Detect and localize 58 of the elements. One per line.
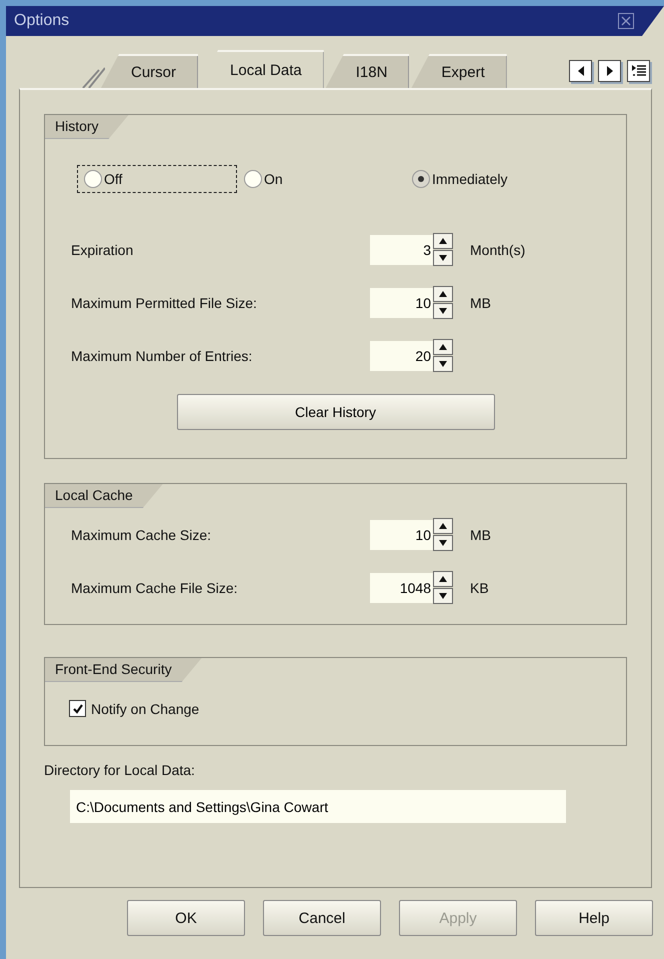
- field-label: Maximum Number of Entries:: [71, 348, 254, 364]
- group-title: Front-End Security: [45, 658, 202, 682]
- scroll-left-button[interactable]: [569, 60, 592, 82]
- group-title: Local Cache: [45, 484, 163, 508]
- dialog-button[interactable]: Cancel: [263, 900, 381, 936]
- unit-label: Month(s): [470, 242, 526, 258]
- radio-option[interactable]: Off: [77, 165, 237, 193]
- radio-option[interactable]: Immediately: [405, 165, 579, 193]
- decrement-button[interactable]: [433, 250, 453, 266]
- number-input[interactable]: 10: [370, 288, 433, 318]
- up-triangle-icon: [438, 522, 448, 530]
- field-label: Maximum Cache File Size:: [71, 580, 238, 596]
- right-triangle-icon: [606, 65, 614, 77]
- tab[interactable]: I18N: [326, 54, 410, 88]
- tab[interactable]: Cursor: [101, 54, 198, 88]
- increment-button[interactable]: [433, 339, 453, 355]
- list-icon: [632, 64, 646, 78]
- directory-field[interactable]: C:\Documents and Settings\Gina Cowart: [70, 790, 566, 823]
- increment-button[interactable]: [433, 233, 453, 249]
- down-triangle-icon: [438, 539, 448, 547]
- up-triangle-icon: [438, 575, 448, 583]
- group-title: History: [45, 115, 129, 139]
- scroll-right-button[interactable]: [598, 60, 621, 82]
- up-triangle-icon: [438, 290, 448, 298]
- clear-history-button[interactable]: Clear History: [176, 394, 494, 430]
- field-label: Maximum Cache Size:: [71, 526, 212, 542]
- increment-button[interactable]: [433, 571, 453, 587]
- close-icon[interactable]: [618, 13, 634, 29]
- dialog-button[interactable]: Help: [535, 900, 653, 936]
- number-input[interactable]: 1048: [370, 572, 433, 602]
- unit-label: KB: [470, 580, 490, 596]
- number-input[interactable]: 3: [370, 234, 433, 264]
- up-triangle-icon: [438, 237, 448, 245]
- up-triangle-icon: [438, 343, 448, 351]
- down-triangle-icon: [438, 254, 448, 262]
- tab-list-button[interactable]: [627, 60, 650, 82]
- unit-label: MB: [470, 526, 492, 542]
- increment-button[interactable]: [433, 518, 453, 534]
- decrement-button[interactable]: [433, 535, 453, 551]
- number-input[interactable]: 10: [370, 520, 433, 550]
- radio-option[interactable]: On: [237, 165, 397, 193]
- left-triangle-icon: [576, 65, 584, 77]
- tab[interactable]: Expert: [411, 54, 507, 88]
- decrement-button[interactable]: [433, 588, 453, 604]
- down-triangle-icon: [438, 307, 448, 315]
- field-label: Maximum Permitted File Size:: [71, 294, 258, 310]
- down-triangle-icon: [438, 592, 448, 600]
- decrement-button[interactable]: [433, 356, 453, 372]
- number-input[interactable]: 20: [370, 340, 433, 370]
- directory-label: Directory for Local Data:: [44, 762, 195, 778]
- increment-button[interactable]: [433, 286, 453, 302]
- notify-checkbox[interactable]: Notify on Change: [45, 682, 626, 717]
- unit-label: MB: [470, 294, 492, 310]
- dialog-button[interactable]: OK: [127, 900, 245, 936]
- field-label: Expiration: [71, 242, 134, 258]
- decrement-button[interactable]: [433, 303, 453, 319]
- down-triangle-icon: [438, 360, 448, 368]
- window-title: Options: [14, 12, 70, 30]
